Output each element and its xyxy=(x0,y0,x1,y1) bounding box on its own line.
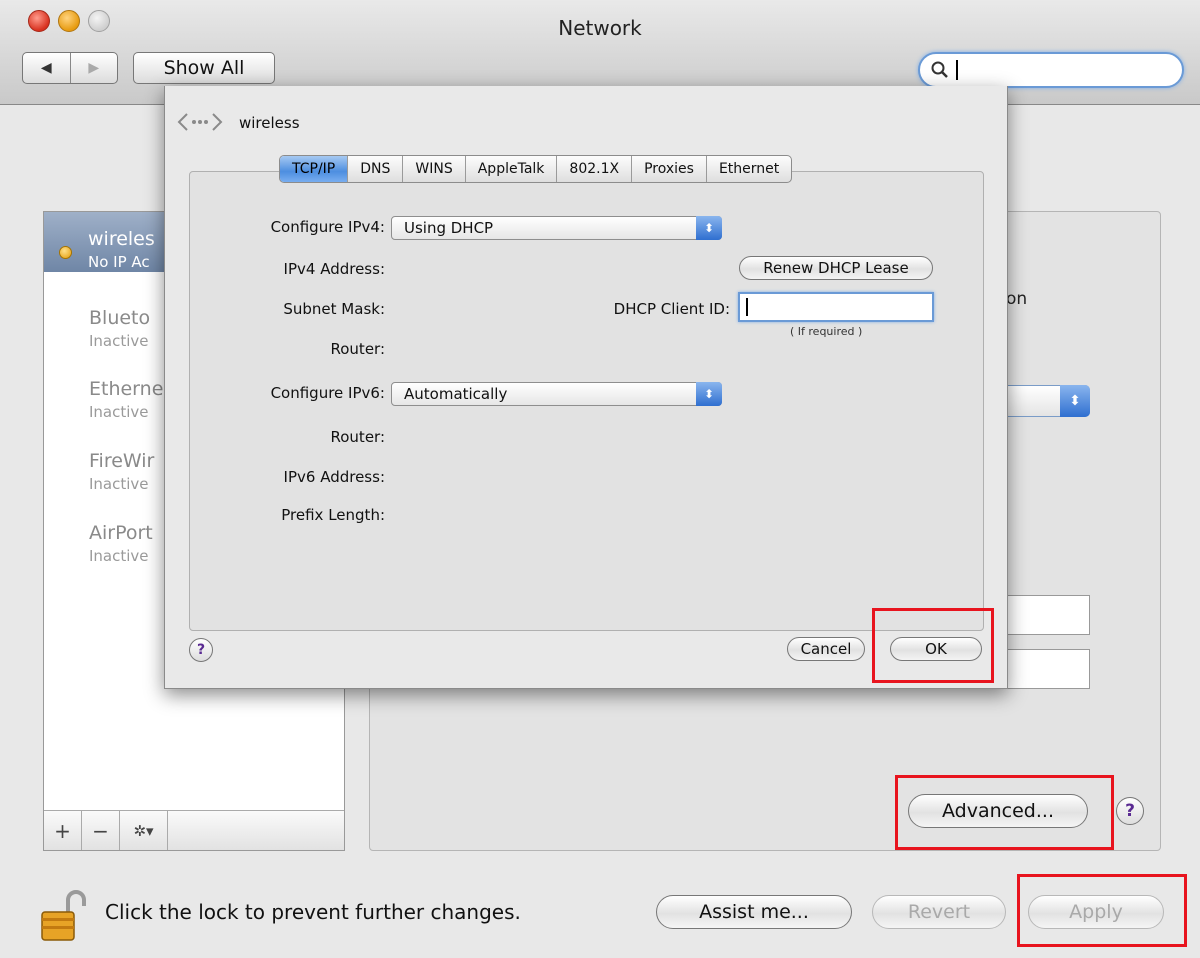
subnet-mask-label: Subnet Mask: xyxy=(283,300,385,318)
back-forward-control: ◀ ▶ xyxy=(22,52,118,84)
search-field[interactable] xyxy=(918,52,1184,88)
configure-ipv6-value: Automatically xyxy=(404,385,508,403)
revert-button[interactable]: Revert xyxy=(872,895,1006,929)
status-yellow-icon xyxy=(59,246,72,259)
router-label: Router: xyxy=(330,340,386,358)
forward-button[interactable]: ▶ xyxy=(69,53,118,83)
remove-service-button[interactable]: − xyxy=(82,811,120,850)
network-interface-icon xyxy=(177,113,223,131)
service-name: Etherne xyxy=(89,378,164,400)
highlight-box-advanced xyxy=(895,775,1114,850)
configure-ipv6-label: Configure IPv6: xyxy=(270,384,385,402)
text-caret xyxy=(746,298,748,316)
service-name: Blueto xyxy=(89,307,151,329)
sheet-help-button[interactable]: ? xyxy=(189,638,213,662)
window-title: Network xyxy=(558,16,642,40)
ipv4-address-label: IPv4 Address: xyxy=(283,260,385,278)
service-name: wireles xyxy=(88,228,155,250)
highlight-box-ok xyxy=(872,608,994,683)
add-service-button[interactable]: + xyxy=(44,811,82,850)
help-button[interactable]: ? xyxy=(1116,797,1144,825)
service-status: Inactive xyxy=(89,332,149,350)
popup-arrows-icon: ⬍ xyxy=(696,382,722,406)
service-status: Inactive xyxy=(89,547,149,565)
highlight-box-apply xyxy=(1017,874,1187,947)
assist-me-button[interactable]: Assist me... xyxy=(656,895,852,929)
if-required-hint: ( If required ) xyxy=(790,325,863,338)
configure-ipv4-value: Using DHCP xyxy=(404,219,494,237)
tab-tcpip[interactable]: TCP/IP xyxy=(280,156,348,182)
search-caret xyxy=(956,60,958,80)
dhcp-client-id-field[interactable] xyxy=(738,292,934,322)
lock-icon[interactable] xyxy=(38,888,90,944)
interface-name: wireless xyxy=(239,114,300,132)
search-icon xyxy=(931,61,948,78)
ipv6-router-label: Router: xyxy=(330,428,386,446)
lock-message: Click the lock to prevent further change… xyxy=(105,900,521,924)
service-status: No IP Ac xyxy=(88,253,150,271)
dhcp-client-id-label: DHCP Client ID: xyxy=(613,300,730,318)
network-window: Network ◀ ▶ Show All wireles No IP Ac Bl… xyxy=(0,0,1200,958)
gear-icon[interactable]: ✲▾ xyxy=(120,811,168,850)
tab-appletalk[interactable]: AppleTalk xyxy=(464,156,557,182)
tab-ethernet[interactable]: Ethernet xyxy=(705,156,791,182)
advanced-settings-sheet: wireless TCP/IP DNS WINS AppleTalk 802.1… xyxy=(164,86,1008,689)
configure-ipv6-popup[interactable]: Automatically ⬍ xyxy=(391,382,722,406)
service-name: FireWir xyxy=(89,450,155,472)
renew-dhcp-lease-button[interactable]: Renew DHCP Lease xyxy=(739,256,933,280)
back-button[interactable]: ◀ xyxy=(23,53,70,83)
popup-arrows-icon: ⬍ xyxy=(1060,385,1090,417)
tab-dns[interactable]: DNS xyxy=(347,156,402,182)
service-status: Inactive xyxy=(89,475,149,493)
tab-bar: TCP/IP DNS WINS AppleTalk 802.1X Proxies… xyxy=(279,155,793,183)
show-all-button[interactable]: Show All xyxy=(133,52,275,84)
service-status: Inactive xyxy=(89,403,149,421)
tab-wins[interactable]: WINS xyxy=(402,156,464,182)
configure-ipv4-label: Configure IPv4: xyxy=(270,218,385,236)
prefix-length-label: Prefix Length: xyxy=(281,506,385,524)
tab-proxies[interactable]: Proxies xyxy=(631,156,706,182)
tab-8021x[interactable]: 802.1X xyxy=(556,156,631,182)
service-list-toolbar: + − ✲▾ xyxy=(44,810,344,850)
ipv6-address-label: IPv6 Address: xyxy=(283,468,385,486)
background-label-fragment: on xyxy=(1006,289,1028,309)
configure-ipv4-popup[interactable]: Using DHCP ⬍ xyxy=(391,216,722,240)
popup-arrows-icon: ⬍ xyxy=(696,216,722,240)
service-name: AirPort xyxy=(89,522,153,544)
cancel-button[interactable]: Cancel xyxy=(787,637,865,661)
